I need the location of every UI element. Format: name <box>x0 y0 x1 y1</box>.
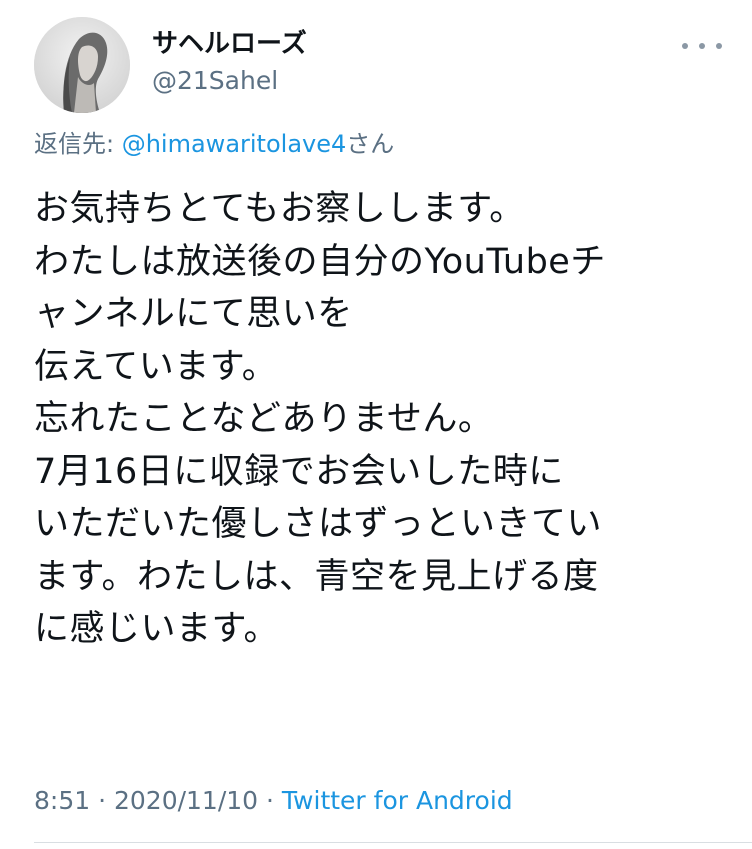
tweet-line: お気持ちとてもお察しします。 <box>34 189 525 229</box>
reply-to-line: 返信先: @himawaritolave4さん <box>34 128 394 160</box>
dot <box>716 43 722 49</box>
tweet-line: ャンネルにて思いを <box>34 294 353 334</box>
tweet-line: に感じいます。 <box>34 609 280 649</box>
avatar[interactable] <box>34 17 130 113</box>
user-handle[interactable]: @21Sahel <box>152 66 278 96</box>
tweet-time[interactable]: 8:51 <box>34 786 90 815</box>
meta-separator: · <box>258 786 282 815</box>
profile-avatar-icon <box>34 17 130 113</box>
tweet-source-link[interactable]: Twitter for Android <box>282 786 513 815</box>
tweet-line: 7月16日に収録でお会いした時に <box>34 451 564 492</box>
tweet-line: わたしは放送後の自分のYouTubeチ <box>34 241 606 282</box>
tweet-line: 伝えています。 <box>34 346 278 387</box>
tweet-line: いただいた優しさはずっといきてい <box>34 504 603 544</box>
dot <box>682 43 688 49</box>
tweet-meta: 8:51 · 2020/11/10 · Twitter for Android <box>34 785 513 817</box>
meta-separator: · <box>90 786 114 815</box>
tweet-date[interactable]: 2020/11/10 <box>114 786 258 815</box>
dot <box>699 43 705 49</box>
reply-prefix: 返信先: <box>34 130 122 158</box>
tweet-detail: サヘルローズ @21Sahel 返信先: @himawaritolave4さん … <box>0 0 752 849</box>
display-name[interactable]: サヘルローズ <box>152 28 307 60</box>
reply-suffix: さん <box>346 130 395 158</box>
tweet-line: ます。わたしは、青空を見上げる度 <box>34 556 599 597</box>
divider <box>34 842 752 843</box>
tweet-text: お気持ちとてもお察しします。 わたしは放送後の自分のYouTubeチ ャンネルに… <box>34 183 724 656</box>
more-dots-icon[interactable] <box>682 34 722 58</box>
tweet-line: 忘れたことなどありません。 <box>34 399 494 439</box>
reply-mention-link[interactable]: @himawaritolave4 <box>122 130 347 158</box>
